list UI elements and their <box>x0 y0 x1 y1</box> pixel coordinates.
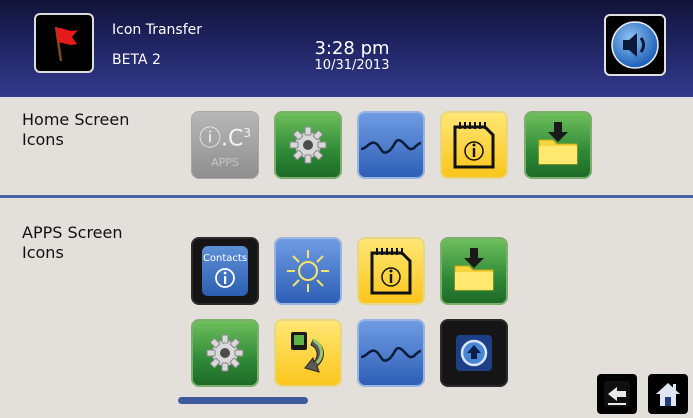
home-screen-label: Home Screen Icons <box>22 110 130 149</box>
home-wave-tile[interactable] <box>357 111 425 179</box>
app-subtitle: BETA 2 <box>112 52 161 68</box>
apps-brightness-tile[interactable] <box>274 237 342 305</box>
home-notepad-info-tile[interactable] <box>440 111 508 179</box>
apps-update-tile[interactable] <box>440 319 508 387</box>
home-ic3-apps-tile[interactable]: ⓘ.C3 APPS <box>191 111 259 179</box>
gear-icon <box>206 334 244 372</box>
volume-button[interactable] <box>604 14 666 76</box>
notepad-info-icon <box>453 122 495 169</box>
clock-time: 3:28 pm <box>314 38 390 59</box>
flag-button[interactable] <box>34 13 94 73</box>
speaker-icon <box>611 21 659 69</box>
apps-transfer-tile[interactable] <box>274 319 342 387</box>
sun-icon <box>287 250 329 292</box>
notepad-info-icon <box>370 248 412 295</box>
waveform-icon <box>360 346 422 362</box>
home-icon <box>656 383 680 406</box>
app-title: Icon Transfer <box>112 22 203 38</box>
waveform-icon <box>360 138 422 154</box>
apps-screen-label: APPS Screen Icons <box>22 223 123 262</box>
back-arrow-icon <box>604 381 630 407</box>
home-button[interactable] <box>648 374 688 414</box>
clock-date: 10/31/2013 <box>314 58 390 73</box>
upload-circle-icon <box>456 335 492 371</box>
apps-settings-tile[interactable] <box>191 319 259 387</box>
download-folder-icon <box>454 248 494 291</box>
section-divider <box>0 195 693 198</box>
horizontal-scrollbar[interactable] <box>178 397 308 404</box>
home-settings-tile[interactable] <box>274 111 342 179</box>
transfer-icon <box>291 332 324 373</box>
apps-notepad-info-tile[interactable] <box>357 237 425 305</box>
back-button[interactable] <box>597 374 637 414</box>
header-bar: Icon Transfer BETA 2 3:28 pm 10/31/2013 <box>0 0 693 97</box>
download-folder-icon <box>538 122 578 165</box>
home-download-folder-tile[interactable] <box>524 111 592 179</box>
gear-icon <box>289 126 327 164</box>
apps-wave-tile[interactable] <box>357 319 425 387</box>
red-flag-icon <box>54 26 78 62</box>
info-icon <box>215 268 235 288</box>
apps-download-folder-tile[interactable] <box>440 237 508 305</box>
apps-contacts-tile[interactable]: Contacts <box>191 237 259 305</box>
